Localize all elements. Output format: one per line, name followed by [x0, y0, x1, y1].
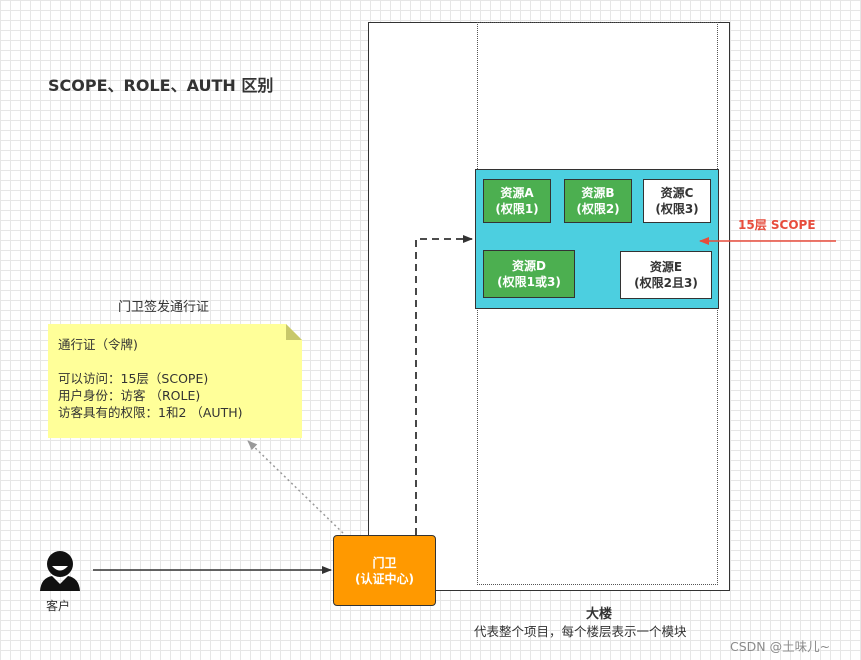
gate-auth-center: 门卫 (认证中心)	[333, 535, 436, 606]
watermark: CSDN @土味儿~	[730, 639, 831, 654]
gate-to-scope-arrow	[415, 235, 473, 535]
gate-sub: (认证中心)	[355, 571, 414, 586]
user-icon	[40, 551, 80, 591]
building-title: 大楼	[586, 607, 613, 622]
gate-to-note-arrow	[247, 440, 344, 534]
building-description: 代表整个项目，每个楼层表示一个模块	[474, 624, 687, 639]
client-label: 客户	[46, 599, 71, 613]
gate-name: 门卫	[372, 555, 397, 570]
